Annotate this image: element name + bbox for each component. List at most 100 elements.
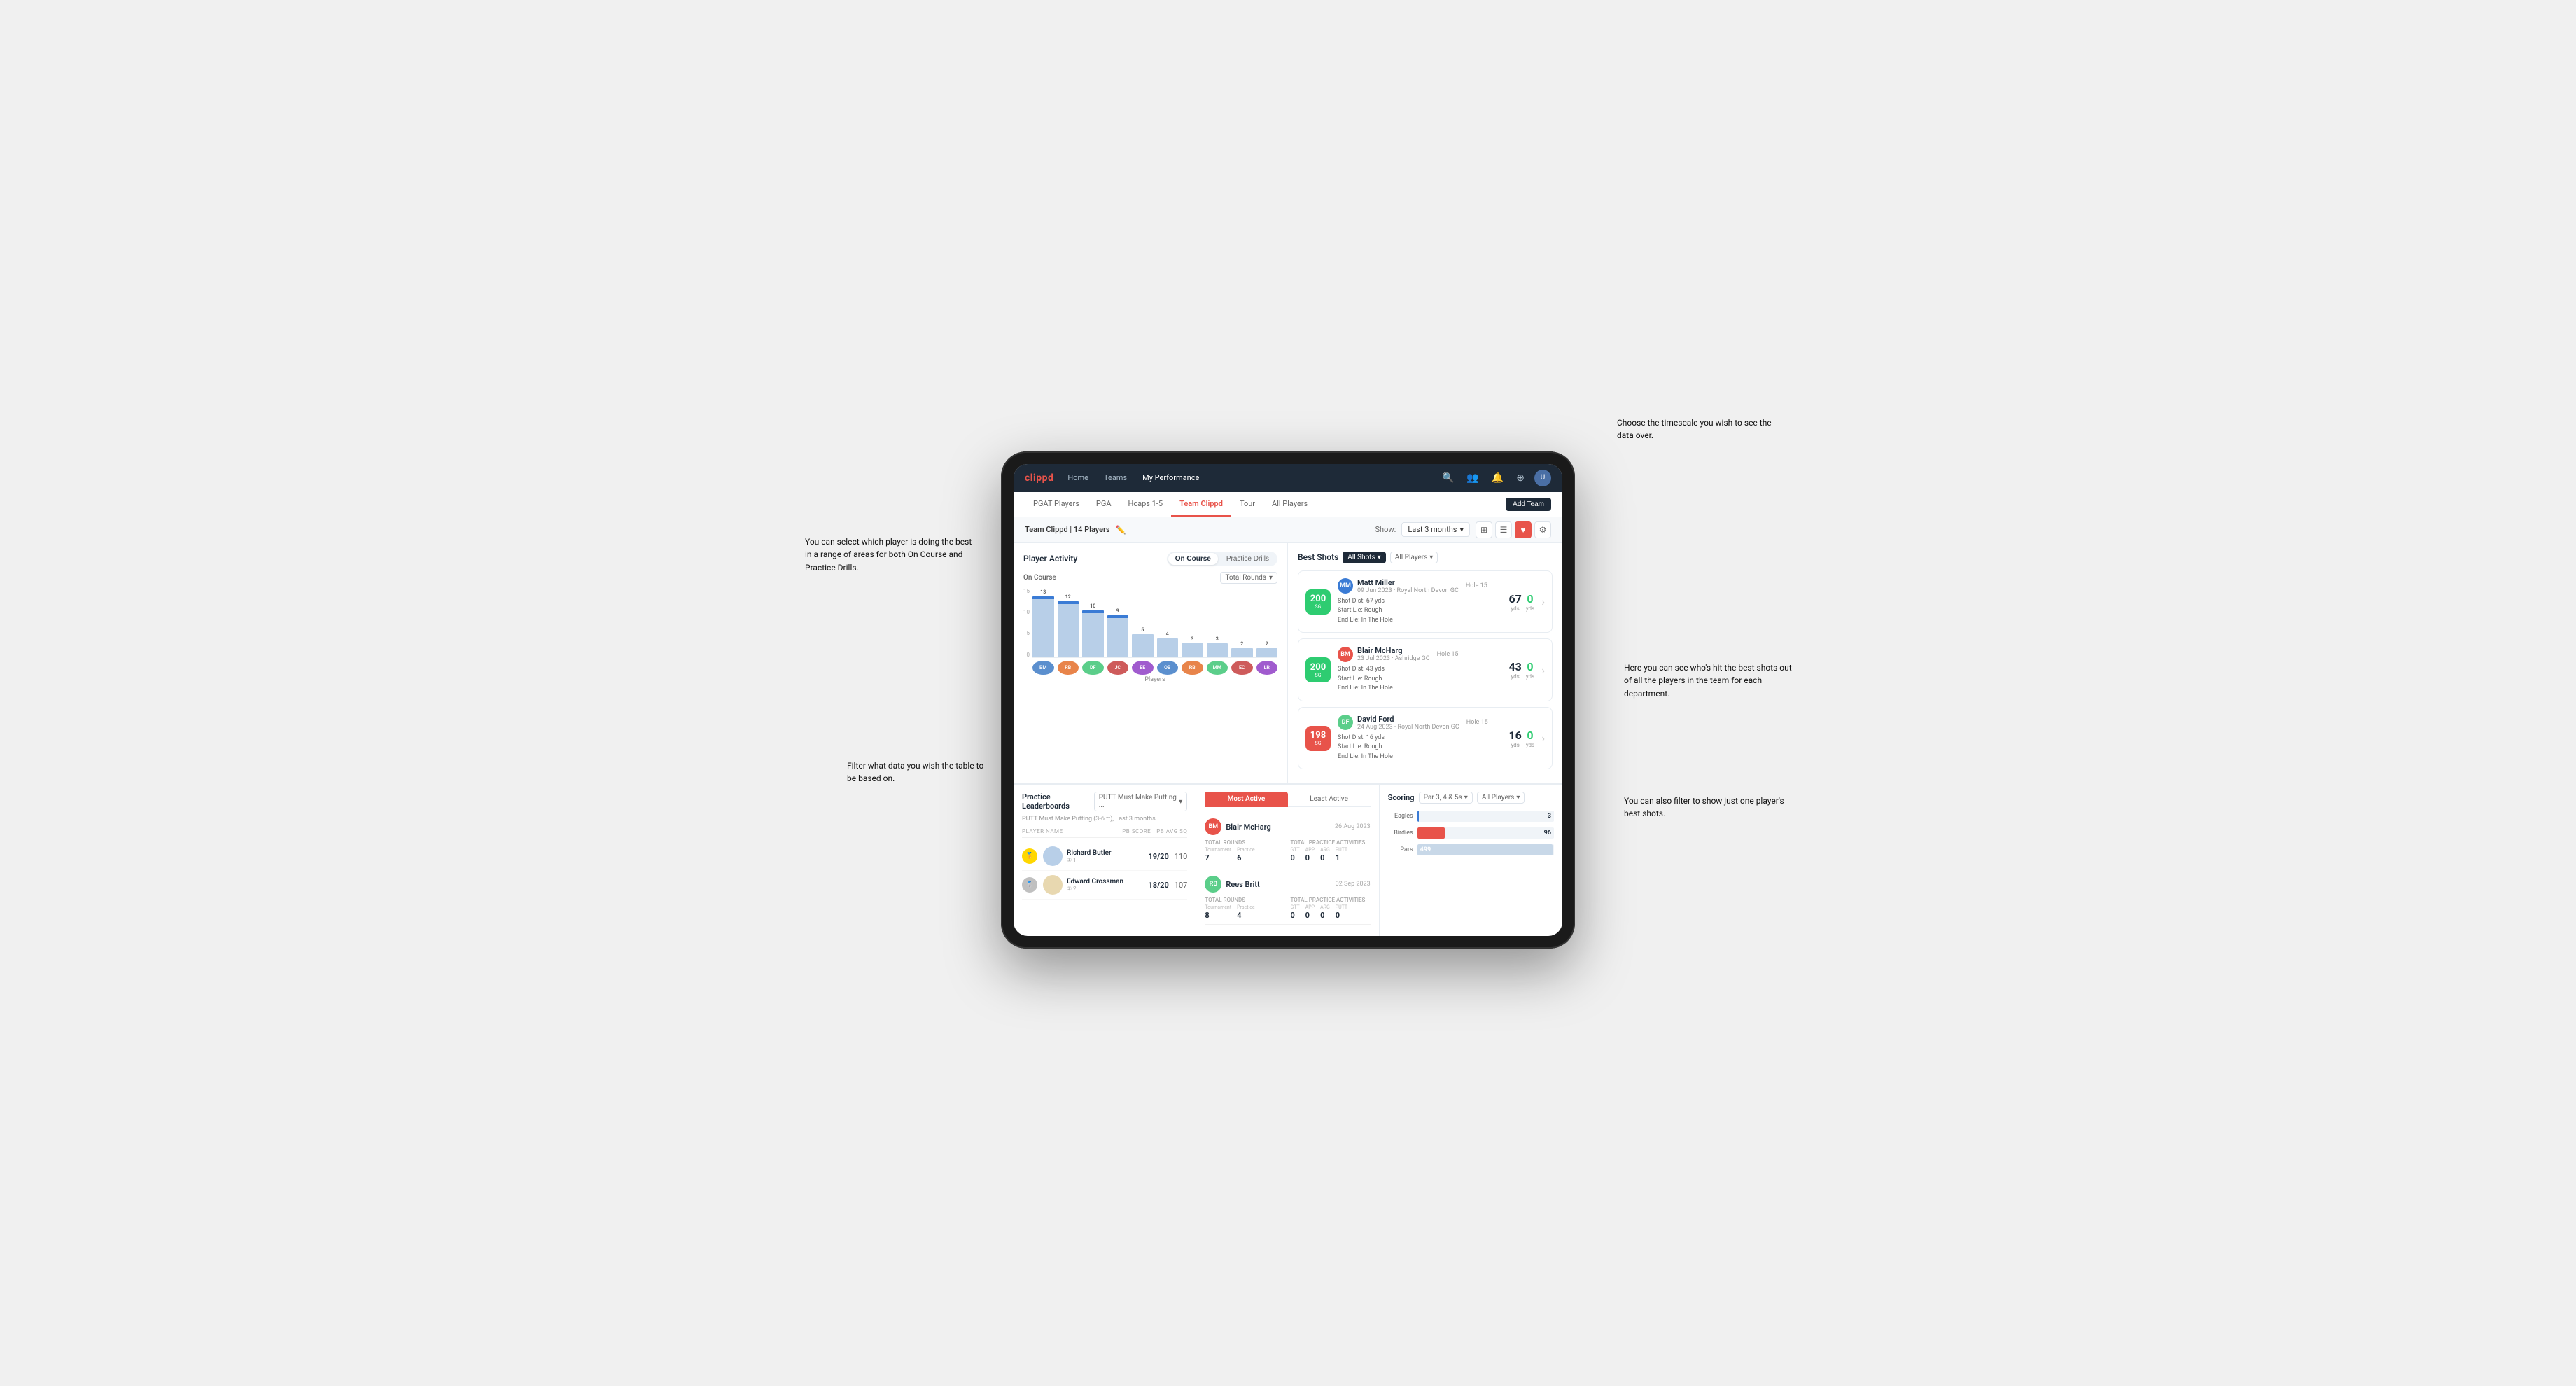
annotation-filter-player: You can also filter to show just one pla… [1624,794,1792,820]
avatar-mcharg: BM [1032,661,1054,675]
on-course-toggle[interactable]: On Course [1168,553,1218,565]
bar-butler: 3 [1182,636,1203,657]
leaderboard-header: PLAYER NAME PB SCORE PB AVG SQ [1022,828,1187,838]
player-date-blair: 26 Aug 2023 [1335,823,1371,830]
tablet-frame: clippd Home Teams My Performance 🔍 👥 🔔 ⊕… [1001,451,1575,949]
all-shots-filter[interactable]: All Shots ▾ [1343,552,1385,564]
avatar-coles: JC [1107,661,1129,675]
add-team-button[interactable]: Add Team [1506,498,1551,511]
nav-links: Home Teams My Performance [1065,472,1428,484]
bar-chart: 15 10 5 0 13 [1023,588,1278,683]
tab-pga[interactable]: PGA [1088,491,1120,517]
plus-circle-button[interactable]: ⊕ [1513,469,1527,486]
best-shots-header: Best Shots All Shots ▾ All Players ▾ [1298,552,1553,564]
birdies-track: 96 [1418,827,1554,839]
shot-player-header-1: MM Matt Miller 09 Jun 2023 · Royal North… [1338,578,1502,594]
scoring-panel: Scoring Par 3, 4 & 5s ▾ All Players ▾ [1380,785,1562,936]
nav-link-home[interactable]: Home [1065,472,1091,484]
x-axis-label: Players [1032,676,1278,683]
y-label-0: 0 [1027,652,1030,658]
player-name-ford: David Ford [1357,715,1460,724]
shot-card-blair-mcharg[interactable]: 200 SG BM Blair McHarg 23 Jul 2023 · Ash… [1298,638,1553,701]
shot-details-miller: Shot Dist: 67 yds Start Lie: Rough End L… [1338,597,1502,626]
chevron-right-ford: › [1541,732,1545,745]
search-button[interactable]: 🔍 [1439,469,1457,486]
annotation-player-select: You can select which player is doing the… [805,536,973,575]
player-avatar-mcharg: BM [1338,647,1353,662]
list-view-button[interactable]: ☰ [1495,522,1512,538]
tab-hcaps[interactable]: Hcaps 1-5 [1120,491,1172,517]
tab-all-players[interactable]: All Players [1264,491,1316,517]
main-content: Player Activity On Course Practice Drill… [1014,543,1562,785]
active-player-blair: BM Blair McHarg 26 Aug 2023 Total Rounds [1205,814,1370,867]
practice-title: Practice Leaderboards [1022,792,1094,811]
leaderboard-row-butler[interactable]: 🥇 Richard Butler ① 1 19/20 110 [1022,842,1187,871]
chart-subheader: On Course Total Rounds ▾ [1023,572,1278,584]
player-name-blair-active: Blair McHarg [1226,822,1270,832]
practice-drills-toggle[interactable]: Practice Drills [1219,553,1276,565]
rank-badge-1: 🥇 [1022,848,1037,864]
nav-link-performance[interactable]: My Performance [1140,472,1202,484]
hole-label-ford: Hole 15 [1466,719,1488,726]
shot-metrics-miller: 67 yds 0 yds [1508,592,1534,612]
best-shots-title: Best Shots [1298,552,1338,562]
heart-view-button[interactable]: ♥ [1515,522,1532,538]
chevron-right-mcharg: › [1541,664,1545,677]
active-player-info-rees: RB Rees Britt [1205,876,1259,892]
eagles-value: 3 [1548,813,1551,820]
avatar-crossman-lb [1043,875,1063,895]
practice-filter[interactable]: PUTT Must Make Putting ... ▾ [1094,792,1188,811]
team-header: Team Clippd | 14 Players ✏️ Show: Last 3… [1014,517,1562,543]
eagles-fill [1418,811,1419,822]
bar-miller: 3 [1207,636,1228,657]
all-players-filter[interactable]: All Players ▾ [1390,552,1438,564]
top-navigation: clippd Home Teams My Performance 🔍 👥 🔔 ⊕… [1014,464,1562,492]
metric-zero-miller: 0 yds [1526,592,1534,612]
y-label-10: 10 [1023,609,1030,615]
pars-row: Pars 499 [1388,844,1554,855]
edit-icon[interactable]: ✏️ [1116,525,1126,535]
hole-label-miller: Hole 15 [1466,582,1488,589]
player-date-rees: 02 Sep 2023 [1336,881,1371,888]
tab-tour[interactable]: Tour [1231,491,1264,517]
bar-ebert: 5 [1132,627,1154,657]
tab-pgat-players[interactable]: PGAT Players [1025,491,1088,517]
user-avatar[interactable]: U [1534,470,1551,486]
notifications-button[interactable]: 🔔 [1489,469,1506,486]
lb-player-info-crossman: Edward Crossman ② 2 [1067,878,1124,892]
birdies-row: Birdies 96 [1388,827,1554,839]
users-button[interactable]: 👥 [1464,469,1481,486]
player-activity-panel: Player Activity On Course Practice Drill… [1014,543,1288,785]
shot-card-matt-miller[interactable]: 200 SG MM Matt Miller 09 Jun 2023 · Roya… [1298,570,1553,634]
tab-most-active[interactable]: Most Active [1205,792,1287,807]
shot-card-david-ford[interactable]: 198 SG DF David Ford 24 Aug 2023 · Royal… [1298,707,1553,770]
leaderboard-row-crossman[interactable]: 🥈 Edward Crossman ② 2 18/20 107 [1022,871,1187,899]
lb-player-info-butler: Richard Butler ① 1 [1067,849,1112,863]
best-shots-panel: Best Shots All Shots ▾ All Players ▾ [1288,543,1562,785]
chart-filter-dropdown[interactable]: Total Rounds ▾ [1220,572,1278,584]
tab-team-clippd[interactable]: Team Clippd [1171,491,1231,517]
shot-player-info-3: DF David Ford 24 Aug 2023 · Royal North … [1338,715,1502,762]
bars-row: 13 12 [1032,588,1278,658]
settings-view-button[interactable]: ⚙ [1534,522,1551,538]
metric-zero-mcharg: 0 yds [1526,660,1534,680]
team-name: Team Clippd | 14 Players [1025,525,1110,534]
avatar-rees-active: RB [1205,876,1222,892]
tab-least-active[interactable]: Least Active [1288,792,1371,807]
grid-view-button[interactable]: ⊞ [1476,522,1492,538]
pars-track: 499 [1418,844,1554,855]
avatar-butler-lb [1043,846,1063,866]
avatar-miller: MM [1207,661,1228,675]
pars-value: 499 [1420,846,1432,853]
annotation-best-shots: Here you can see who's hit the best shot… [1624,662,1792,701]
avatar-ebert: EE [1132,661,1154,675]
pars-fill [1418,844,1553,855]
stats-grid-rees: Total Rounds Tournament 8 Practice [1205,897,1370,920]
scoring-filter1[interactable]: Par 3, 4 & 5s ▾ [1419,792,1473,804]
nav-link-teams[interactable]: Teams [1101,472,1130,484]
lb-avg-crossman: 107 [1175,881,1188,890]
metric-yds-miller: 67 yds [1508,592,1521,612]
timescale-dropdown[interactable]: Last 3 months ▾ [1401,522,1470,537]
scoring-filter2[interactable]: All Players ▾ [1477,792,1525,804]
active-player-header-rees: RB Rees Britt 02 Sep 2023 [1205,876,1370,892]
